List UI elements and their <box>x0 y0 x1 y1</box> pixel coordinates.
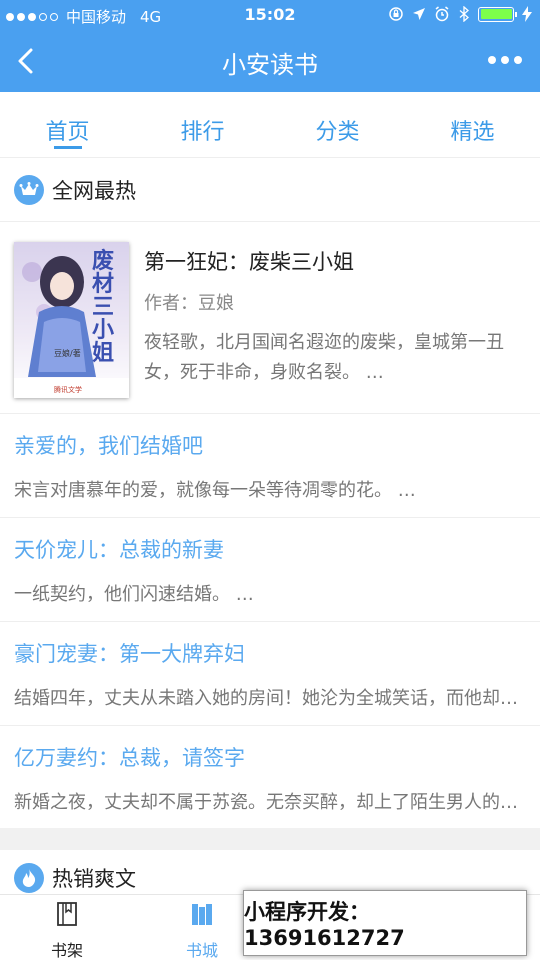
list-item[interactable]: 亿万妻约：总裁，请签字 新婚之夜，丈夫却不属于苏瓷。无奈买醉，却上了陌生男人的车… <box>0 726 540 828</box>
featured-book-description: 夜轻歌，北月国闻名遐迩的废柴，皇城第一丑女，死于非命，身败名裂。 … <box>144 332 504 383</box>
status-right <box>388 6 532 22</box>
book-icon <box>57 902 77 926</box>
more-options-icon[interactable] <box>488 56 522 64</box>
crown-icon <box>14 174 44 205</box>
list-item[interactable]: 亲爱的，我们结婚吧 宋言对唐慕年的爱，就像每一朵等待凋零的花。 … <box>0 414 540 518</box>
book-description: 新婚之夜，丈夫却不属于苏瓷。无奈买醉，却上了陌生男人的车… <box>14 792 526 813</box>
tabbar-item-bookstore[interactable]: 书城 <box>157 901 247 960</box>
promo-banner[interactable]: 小程序开发：13691612727 <box>243 890 527 956</box>
battery-icon <box>478 6 517 22</box>
navigation-bar: 小安读书 <box>0 30 540 92</box>
book-description: 宋言对唐慕年的爱，就像每一朵等待凋零的花。 … <box>14 480 416 501</box>
alarm-icon <box>435 6 449 22</box>
section-title: 热销爽文 <box>52 867 136 891</box>
status-bar: 中国移动 4G 15:02 <box>0 0 540 30</box>
featured-book[interactable]: 废材三小姐 豆娘/著 腾讯文学 第一狂妃：废柴三小姐 作者：豆娘 夜轻歌，北月国… <box>0 222 540 414</box>
featured-book-author: 作者：豆娘 <box>144 293 234 314</box>
tabbar-label: 书架 <box>50 941 83 960</box>
tabbar-label: 书城 <box>185 941 218 960</box>
book-description: 一纸契约，他们闪速结婚。 … <box>14 584 254 605</box>
list-item[interactable]: 豪门宠妻：第一大牌弃妇 结婚四年，丈夫从未踏入她的房间！她沦为全城笑话，而他却在… <box>0 622 540 726</box>
charging-icon <box>522 6 532 22</box>
book-title[interactable]: 天价宠儿：总裁的新妻 <box>14 534 224 564</box>
tab-home[interactable]: 首页 <box>0 92 135 157</box>
location-icon <box>413 8 425 20</box>
cover-title: 废材三小姐 <box>92 249 115 366</box>
section-header-hot: 全网最热 <box>0 158 540 222</box>
cover-publisher: 腾讯文学 <box>54 386 82 394</box>
book-cover[interactable]: 废材三小姐 豆娘/著 腾讯文学 <box>14 242 129 398</box>
page-title: 小安读书 <box>222 51 318 79</box>
bookstore-icon <box>192 904 212 925</box>
tabbar-item-bookshelf[interactable]: 书架 <box>22 901 112 960</box>
tab-categories[interactable]: 分类 <box>270 92 405 157</box>
cover-author: 豆娘/著 <box>54 349 81 358</box>
featured-book-title[interactable]: 第一狂妃：废柴三小姐 <box>144 246 354 276</box>
book-description: 结婚四年，丈夫从未踏入她的房间！她沦为全城笑话，而他却在外面风流快活… <box>14 688 526 709</box>
book-title[interactable]: 亲爱的，我们结婚吧 <box>14 430 203 460</box>
category-tabs: 首页 排行 分类 精选 <box>0 92 540 158</box>
orientation-lock-icon <box>389 7 403 21</box>
book-title[interactable]: 亿万妻约：总裁，请签字 <box>14 742 245 772</box>
book-title[interactable]: 豪门宠妻：第一大牌弃妇 <box>14 638 245 668</box>
section-title: 全网最热 <box>52 178 136 203</box>
bluetooth-icon <box>459 6 469 22</box>
list-item[interactable]: 天价宠儿：总裁的新妻 一纸契约，他们闪速结婚。 … <box>0 518 540 622</box>
tab-ranking[interactable]: 排行 <box>135 92 270 157</box>
section-divider <box>0 828 540 850</box>
tab-featured[interactable]: 精选 <box>405 92 540 157</box>
flame-icon <box>14 863 44 893</box>
